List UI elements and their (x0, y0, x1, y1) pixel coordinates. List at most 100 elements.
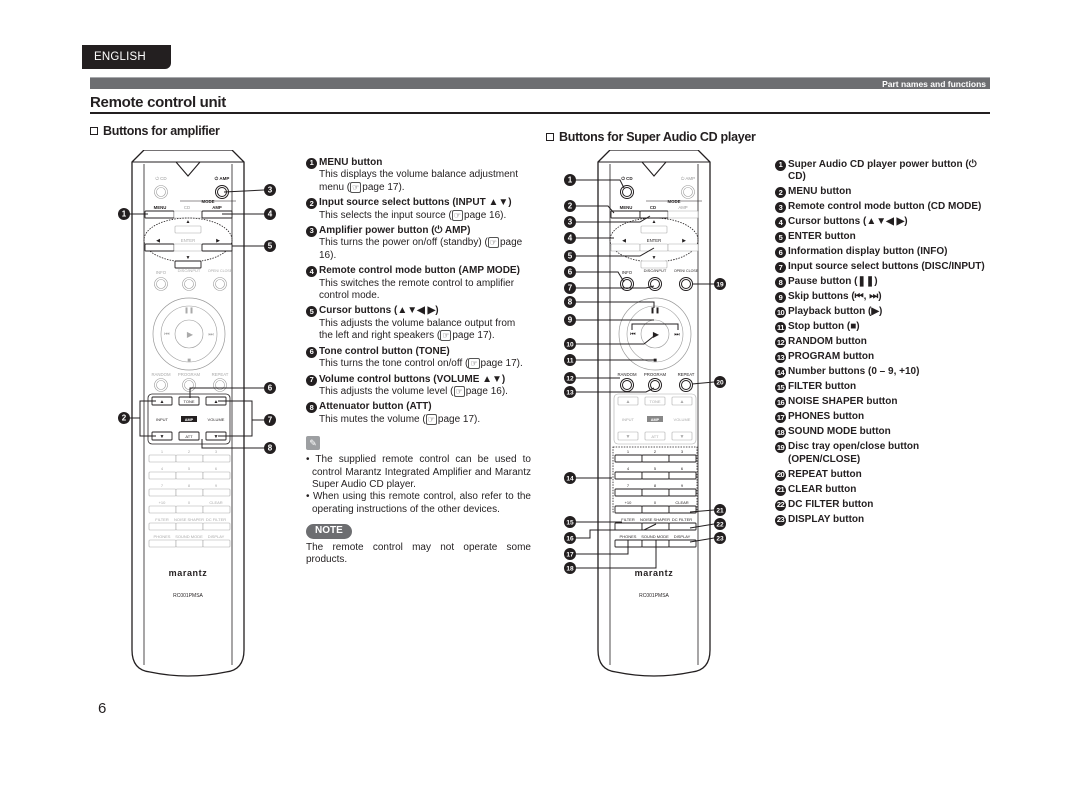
menu-label: MENU (620, 205, 633, 210)
mode-label: MODE (202, 199, 215, 204)
n4-button[interactable] (614, 471, 643, 480)
cd-item: 14 Number buttons (0 – 9, +10) (775, 366, 985, 379)
noise-shaper-button[interactable] (175, 522, 204, 531)
random-label: RANDOM (151, 372, 171, 377)
enter-button[interactable] (173, 243, 203, 252)
repeat-button[interactable] (681, 380, 691, 390)
filter-button[interactable] (614, 522, 643, 531)
item-heading: 2 MENU button (775, 186, 985, 199)
n9-button[interactable] (668, 488, 697, 497)
n7-button[interactable] (614, 488, 643, 497)
cursor-down-icon: ▼ (186, 255, 191, 261)
tone-label: TONE (183, 399, 194, 404)
n5-button[interactable] (641, 471, 670, 480)
item-heading: 23 DISPLAY button (775, 514, 985, 526)
page-ref-link[interactable]: page 16). (466, 386, 508, 397)
display-button[interactable] (202, 539, 231, 548)
cd-power-button[interactable] (622, 187, 632, 197)
n5-button[interactable] (175, 471, 204, 480)
n6-button[interactable] (202, 471, 231, 480)
cursor-right-button[interactable] (201, 243, 233, 252)
n3-button[interactable] (668, 454, 697, 463)
cursor-up-button[interactable] (174, 225, 202, 234)
amp-item: 8 Attenuator button (ATT) This mutes the… (306, 401, 531, 426)
random-button[interactable] (156, 380, 166, 390)
display-label: DISPLAY (674, 534, 691, 539)
clear-label: CLEAR (675, 500, 688, 505)
n3-button[interactable] (202, 454, 231, 463)
dc-filter-button[interactable] (668, 522, 697, 531)
cd-mode-button[interactable] (639, 210, 669, 219)
sound-mode-label: SOUND MODE (175, 534, 203, 539)
display-button[interactable] (668, 539, 697, 548)
item-heading: 17 PHONES button (775, 411, 985, 424)
n2-button[interactable] (175, 454, 204, 463)
menu-button[interactable] (610, 210, 641, 219)
cursor-up-button[interactable] (640, 225, 668, 234)
n2-button[interactable] (641, 454, 670, 463)
repeat-label: REPEAT (678, 372, 695, 377)
callout-number: 23 (716, 536, 724, 543)
n6-button[interactable] (668, 471, 697, 480)
language-tab: ENGLISH (82, 45, 171, 69)
sound-mode-button[interactable] (175, 539, 204, 548)
cd-item: 6 Information display button (INFO) (775, 246, 985, 259)
cursor-right-button[interactable] (667, 243, 699, 252)
amp-item: 5 Cursor buttons (▲▼◀ ▶) This adjusts th… (306, 305, 531, 342)
n0-button[interactable] (641, 505, 670, 514)
n0-button[interactable] (175, 505, 204, 514)
enter-button[interactable] (639, 243, 669, 252)
cursor-down-button[interactable] (174, 260, 202, 269)
dc-filter-button[interactable] (202, 522, 231, 531)
page-ref-link[interactable]: page 16). (464, 210, 506, 221)
n1-button[interactable] (614, 454, 643, 463)
noise-shaper-label: NOISE SHAPER (174, 517, 204, 522)
item-title: Information display button (INFO) (788, 246, 948, 258)
clear-button[interactable] (202, 505, 231, 514)
item-body: This adjusts the volume balance output f… (306, 318, 531, 343)
page-ref-icon: ☞ (440, 330, 452, 342)
cd-item: 21 CLEAR button (775, 484, 985, 496)
n7-button[interactable] (148, 488, 177, 497)
program-button[interactable] (650, 380, 660, 390)
callout-number: 1 (568, 176, 573, 185)
filter-button[interactable] (148, 522, 177, 531)
cursor-left-button[interactable] (610, 243, 641, 252)
open-close-button[interactable] (215, 279, 225, 289)
page-ref-link[interactable]: page 17). (481, 358, 523, 369)
cursor-down-button[interactable] (640, 260, 668, 269)
note-text: When using this remote control, also ref… (312, 491, 531, 515)
n4-button[interactable] (148, 471, 177, 480)
n1-button[interactable] (148, 454, 177, 463)
item-title: Number buttons (0 – 9, +10) (788, 366, 920, 378)
random-button[interactable] (622, 380, 632, 390)
cd-mode-button[interactable] (173, 210, 203, 219)
n8-button[interactable] (175, 488, 204, 497)
cursor-up-icon: ▲ (652, 219, 657, 225)
item-heading: 12 RANDOM button (775, 336, 985, 349)
disc-input-button[interactable] (650, 279, 660, 289)
item-title: PHONES button (788, 411, 865, 423)
plus10-button[interactable] (148, 505, 177, 514)
plus10-button[interactable] (614, 505, 643, 514)
brand-logo: marantz (169, 568, 208, 578)
disc-input-button[interactable] (184, 279, 194, 289)
n9-button[interactable] (202, 488, 231, 497)
cd-item: 10 Playback button (▶) (775, 306, 985, 319)
amp-mode-button[interactable] (667, 210, 699, 219)
item-title: Cursor buttons (▲▼◀ ▶) (319, 305, 439, 317)
page-ref-link[interactable]: page 17). (362, 182, 404, 193)
menu-button[interactable] (144, 210, 175, 219)
callout-number: 5 (775, 232, 786, 244)
page-ref-link[interactable]: page 17). (452, 330, 494, 341)
info-button[interactable] (156, 279, 166, 289)
cd-power-button[interactable] (156, 187, 166, 197)
page-ref-link[interactable]: page 17). (438, 414, 480, 425)
amp-power-button[interactable] (683, 187, 693, 197)
phones-button[interactable] (148, 539, 177, 548)
cd-section-heading: Buttons for Super Audio CD player (546, 130, 756, 144)
n8-button[interactable] (641, 488, 670, 497)
open-close-button[interactable] (681, 279, 691, 289)
cursor-left-button[interactable] (144, 243, 175, 252)
callout-number: 17 (566, 552, 574, 559)
